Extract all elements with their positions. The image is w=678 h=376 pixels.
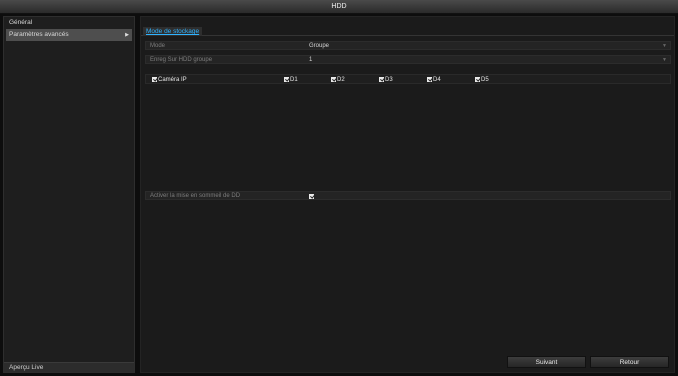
checkbox-checked-icon — [152, 76, 157, 82]
sidebar-item-advanced-settings[interactable]: Paramètres avancés ▶ — [6, 29, 132, 41]
record-group-label: Enreg Sur HDD groupe — [150, 57, 213, 63]
checkbox-checked-icon — [284, 76, 289, 82]
camera-d1-checkbox[interactable]: D1 — [284, 76, 298, 84]
camera-label: D5 — [481, 77, 489, 83]
hdd-sleep-checkbox[interactable] — [309, 193, 314, 199]
sidebar-item-label: Paramètres avancés — [9, 31, 69, 38]
camera-label: D3 — [385, 77, 393, 83]
checkbox-checked-icon — [475, 76, 480, 82]
camera-selection-row: Caméra IP D1 D2 D3 D4 D5 — [145, 74, 671, 84]
camera-d4-checkbox[interactable]: D4 — [427, 76, 441, 84]
mode-value: Groupe — [309, 43, 330, 49]
checkbox-checked-icon — [331, 76, 336, 82]
tab-bar: Mode de stockage — [141, 27, 674, 36]
record-group-value: 1 — [309, 57, 313, 63]
live-view-button[interactable]: Aperçu Live — [4, 362, 134, 372]
back-button[interactable]: Retour — [590, 356, 669, 368]
sidebar: Général Paramètres avancés ▶ Aperçu Live — [3, 16, 135, 373]
camera-label: D1 — [290, 77, 298, 83]
chevron-down-icon: ▼ — [662, 57, 667, 63]
camera-label: D2 — [337, 77, 345, 83]
record-group-select[interactable]: Enreg Sur HDD groupe 1 ▼ — [145, 55, 671, 64]
next-button[interactable]: Suivant — [507, 356, 586, 368]
camera-d3-checkbox[interactable]: D3 — [379, 76, 393, 84]
main-panel: Mode de stockage Mode Groupe ▼ Enreg Sur… — [140, 16, 675, 373]
title-bar: HDD — [0, 0, 678, 14]
window-title: HDD — [331, 3, 347, 10]
chevron-right-icon: ▶ — [125, 32, 129, 38]
tab-storage-mode[interactable]: Mode de stockage — [143, 27, 203, 36]
mode-label: Mode — [150, 43, 166, 49]
camera-d5-checkbox[interactable]: D5 — [475, 76, 489, 84]
sidebar-item-label: Général — [9, 19, 33, 26]
chevron-down-icon: ▼ — [662, 43, 667, 49]
mode-select[interactable]: Mode Groupe ▼ — [145, 41, 671, 50]
sidebar-item-general[interactable]: Général — [4, 17, 134, 29]
hdd-sleep-row: Activer la mise en sommeil de DD — [145, 191, 671, 200]
hdd-sleep-label: Activer la mise en sommeil de DD — [150, 193, 241, 199]
ip-camera-label: Caméra IP — [158, 77, 187, 83]
camera-label: D4 — [433, 77, 441, 83]
checkbox-checked-icon — [379, 76, 384, 82]
ip-camera-checkbox[interactable]: Caméra IP — [152, 76, 187, 84]
camera-d2-checkbox[interactable]: D2 — [331, 76, 345, 84]
checkbox-checked-icon — [427, 76, 432, 82]
